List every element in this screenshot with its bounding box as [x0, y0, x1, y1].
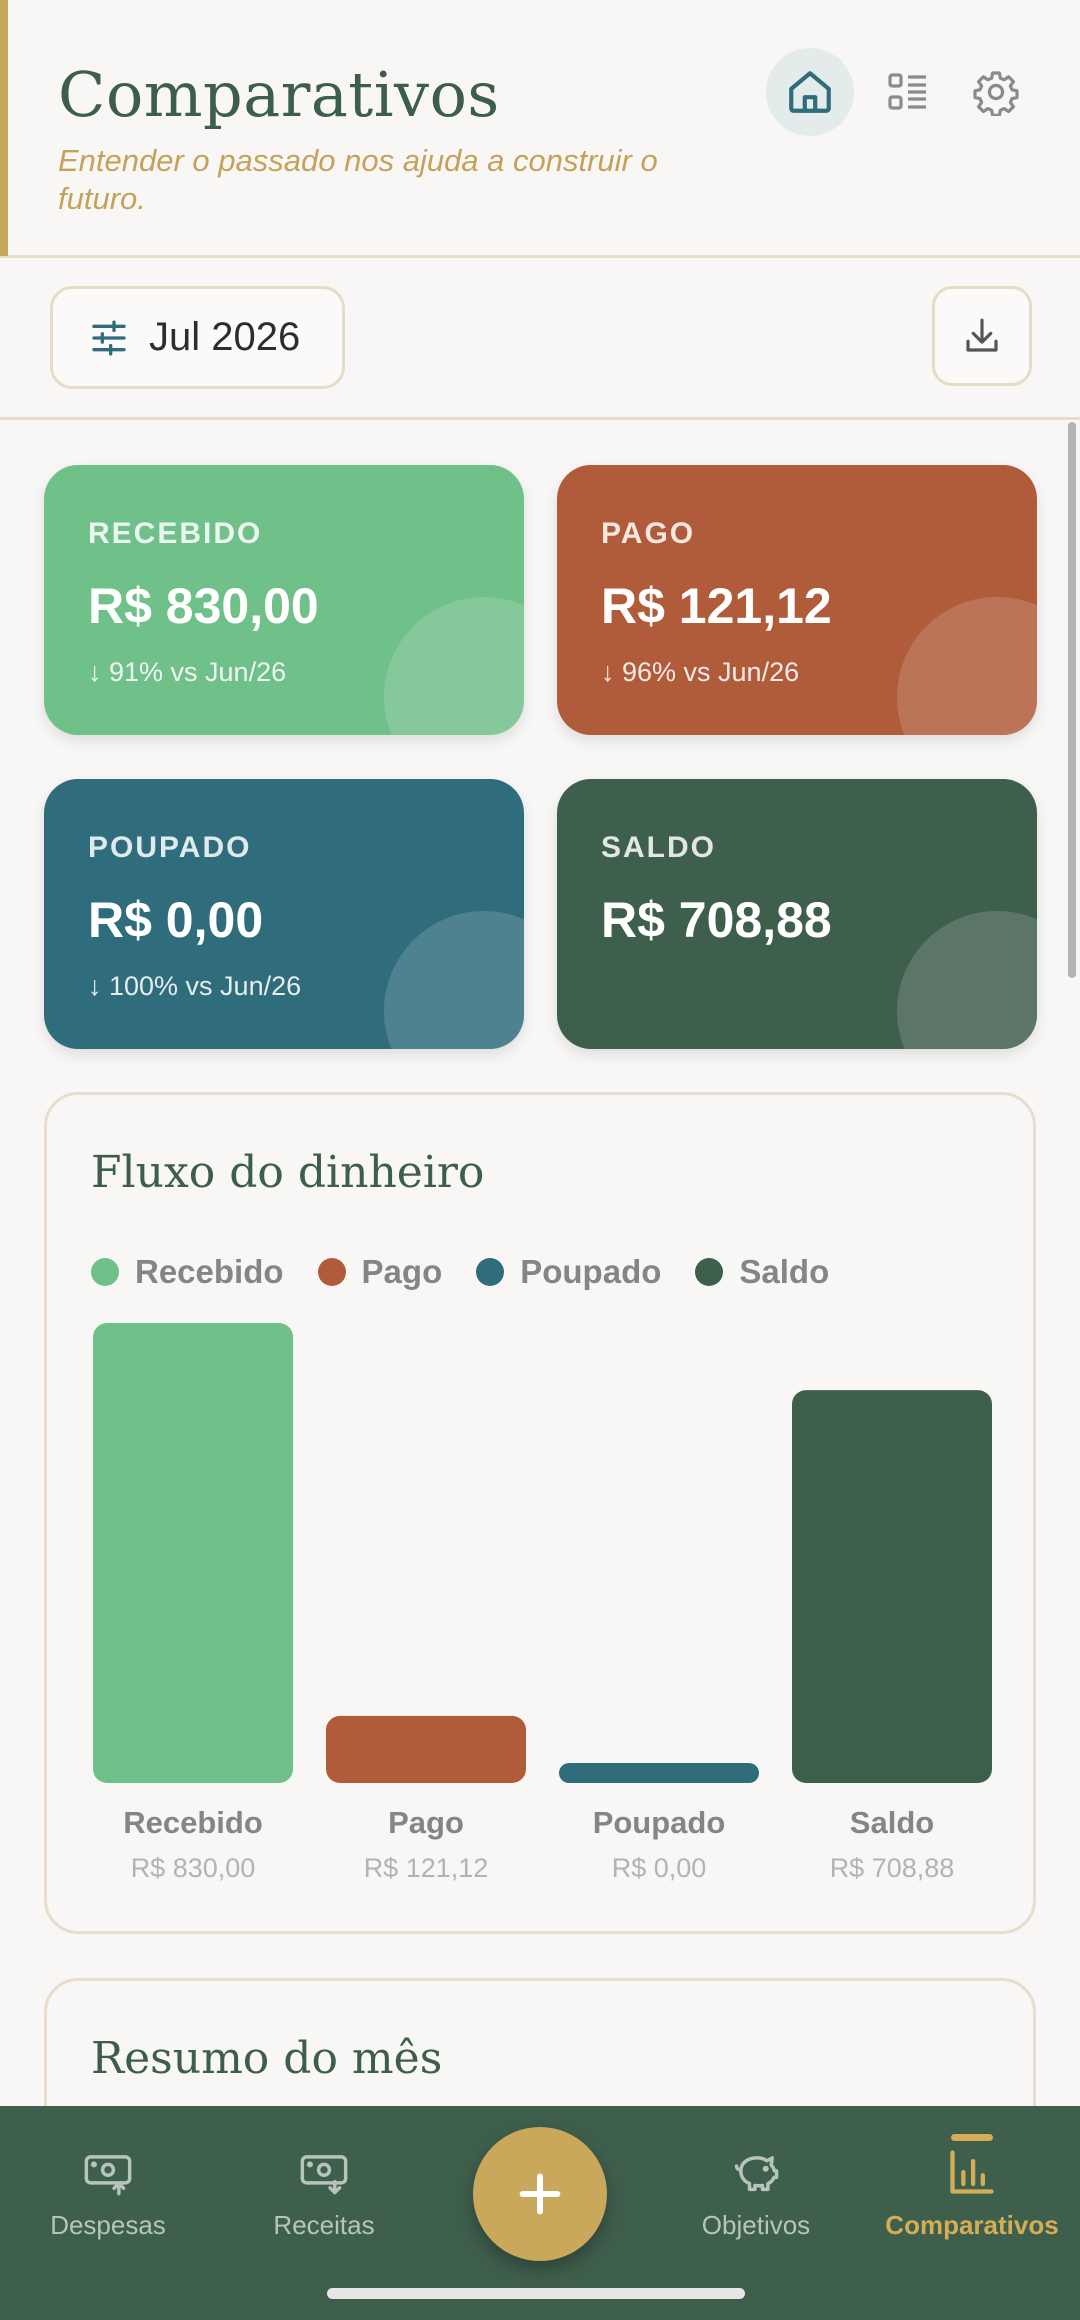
nav-item-comparativos[interactable]: Comparativos: [864, 2146, 1080, 2241]
bar-poupado[interactable]: [559, 1763, 759, 1783]
comparativos-screen: Comparativos Entender o passado nos ajud…: [0, 0, 1080, 2320]
page-subtitle: Entender o passado nos ajuda a construir…: [58, 143, 658, 216]
card-label: RECEBIDO: [88, 517, 263, 550]
home-button[interactable]: [766, 48, 854, 136]
card-label: SALDO: [601, 831, 716, 864]
gear-icon: [973, 71, 1019, 116]
category-label: Saldo: [850, 1805, 934, 1840]
nav-label: Despesas: [50, 2210, 166, 2240]
scrollbar[interactable]: [1068, 422, 1076, 978]
received-card[interactable]: RECEBIDO R$ 830,00 ↓ 91% vs Jun/26: [44, 465, 524, 735]
bar-saldo[interactable]: [792, 1390, 992, 1783]
piggy-bank-icon: [734, 2156, 779, 2192]
card-delta: ↓ 91% vs Jun/26: [88, 657, 287, 687]
category-label: Pago: [388, 1805, 464, 1840]
plus-icon: [519, 2173, 561, 2215]
card-delta: ↓ 100% vs Jun/26: [88, 971, 302, 1001]
balance-card[interactable]: SALDO R$ 708,88: [557, 779, 1037, 1049]
value-label: R$ 0,00: [612, 1853, 707, 1883]
card-value: R$ 0,00: [88, 892, 264, 948]
card-label: PAGO: [601, 517, 696, 550]
card-delta: ↓ 96% vs Jun/26: [601, 657, 800, 687]
home-indicator[interactable]: [327, 2288, 745, 2299]
card-decoration: [384, 911, 524, 1049]
value-label: R$ 830,00: [131, 1853, 256, 1883]
nav-label: Objetivos: [701, 2210, 811, 2240]
page-title: Comparativos: [58, 58, 500, 131]
sliders-icon: [92, 320, 126, 355]
card-decoration: [897, 597, 1037, 735]
download-icon: [966, 318, 998, 352]
panel-title: Resumo do mês: [91, 2033, 443, 2084]
nav-item-objetivos[interactable]: Objetivos: [648, 2146, 864, 2241]
card-value: R$ 830,00: [88, 578, 319, 634]
money-in-icon: [300, 2155, 348, 2195]
category-label: Recebido: [123, 1805, 263, 1840]
period-toolbar: Jul 2026: [0, 258, 1080, 420]
download-button[interactable]: [932, 286, 1032, 386]
bar-recebido[interactable]: [93, 1323, 293, 1783]
nav-item-receitas[interactable]: Receitas: [216, 2146, 432, 2241]
saved-card[interactable]: POUPADO R$ 0,00 ↓ 100% vs Jun/26: [44, 779, 524, 1049]
list-view-button[interactable]: [864, 48, 952, 136]
period-filter-button[interactable]: Jul 2026: [50, 286, 345, 389]
value-label: R$ 708,88: [830, 1853, 955, 1883]
nav-label: Receitas: [273, 2210, 375, 2240]
card-decoration: [384, 597, 524, 735]
paid-card[interactable]: PAGO R$ 121,12 ↓ 96% vs Jun/26: [557, 465, 1037, 735]
list-icon: [888, 73, 926, 110]
card-decoration: [897, 911, 1037, 1049]
settings-button[interactable]: [952, 48, 1040, 136]
add-button[interactable]: [473, 2127, 607, 2261]
value-label: R$ 121,12: [364, 1853, 489, 1883]
page-header: Comparativos Entender o passado nos ajud…: [0, 0, 1080, 258]
active-tab-indicator: [951, 2134, 993, 2141]
money-flow-panel: Fluxo do dinheiro Recebido Pago Poupado Sal…: [44, 1092, 1036, 1934]
card-label: POUPADO: [88, 831, 252, 864]
card-value: R$ 121,12: [601, 578, 832, 634]
money-flow-chart: Recebido R$ 830,00 Pago R$ 121,12 Poupado R$ …: [93, 1323, 992, 1883]
category-label: Poupado: [593, 1805, 726, 1840]
period-label: Jul 2026: [149, 315, 301, 359]
home-icon: [789, 71, 831, 113]
bar-chart-icon: [950, 2150, 994, 2194]
card-value: R$ 708,88: [601, 892, 832, 948]
header-accent-bar: [0, 0, 8, 256]
nav-item-despesas[interactable]: Despesas: [0, 2146, 216, 2241]
bar-pago[interactable]: [326, 1715, 526, 1783]
nav-label: Comparativos: [885, 2210, 1059, 2240]
money-out-icon: [84, 2155, 132, 2196]
